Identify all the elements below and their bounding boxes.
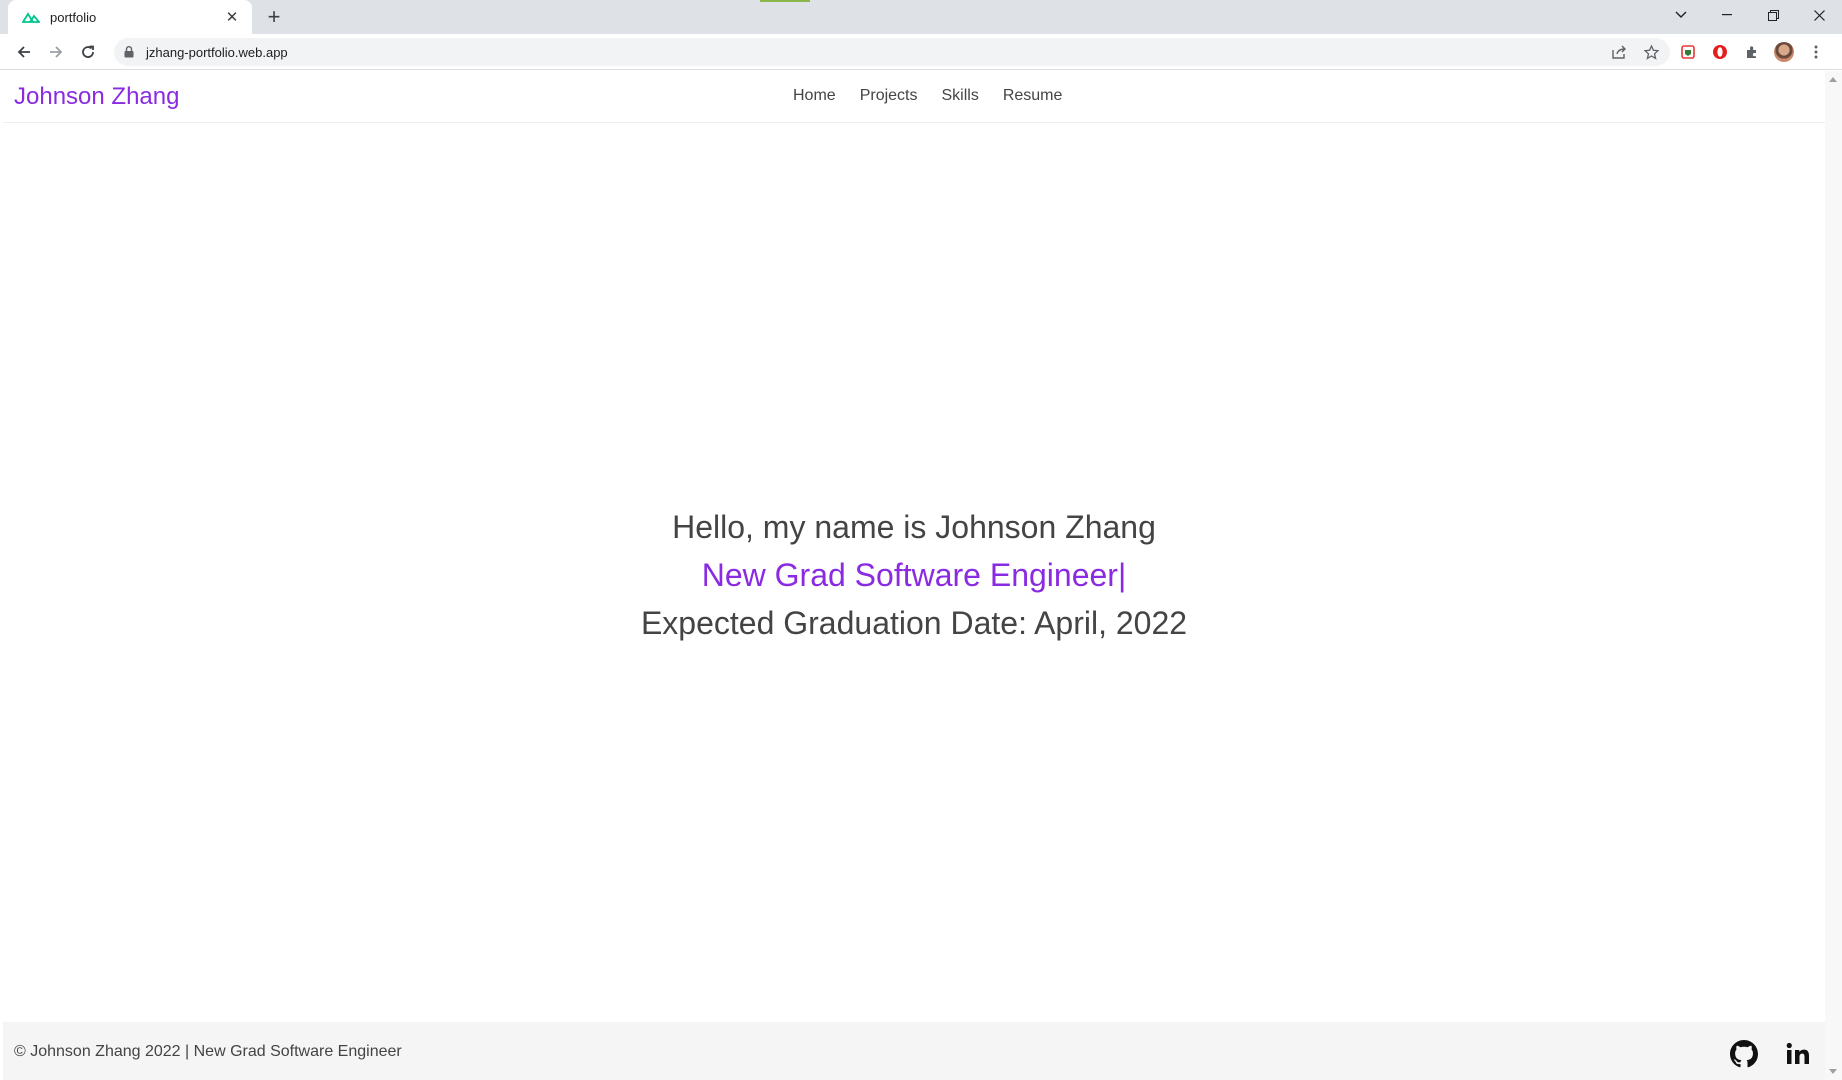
scroll-down-arrow-icon[interactable] xyxy=(1829,1069,1837,1074)
site-navbar: Johnson Zhang Home Projects Skills Resum… xyxy=(3,71,1825,123)
github-icon[interactable] xyxy=(1729,1039,1759,1069)
more-menu-icon[interactable] xyxy=(1804,38,1827,66)
avatar xyxy=(1773,42,1794,62)
shield-extension-icon[interactable] xyxy=(1676,38,1699,66)
share-icon[interactable] xyxy=(1608,42,1630,62)
tab-strip-accent xyxy=(760,0,810,2)
footer-copyright: © Johnson Zhang 2022 | New Grad Software… xyxy=(14,1043,402,1060)
back-icon[interactable] xyxy=(11,39,37,65)
browser-tab-strip: portfolio ✕ + xyxy=(0,0,1842,34)
new-tab-button[interactable]: + xyxy=(262,4,286,29)
puzzle-extensions-icon[interactable] xyxy=(1740,38,1763,66)
forward-icon[interactable] xyxy=(43,39,69,65)
hero-section: Hello, my name is Johnson Zhang New Grad… xyxy=(3,503,1825,647)
nuxt-logo-icon xyxy=(22,10,40,24)
opera-extension-icon[interactable] xyxy=(1708,38,1731,66)
url-text: jzhang-portfolio.web.app xyxy=(146,44,288,60)
extensions-area xyxy=(1676,38,1827,66)
nav-skills-link[interactable]: Skills xyxy=(941,87,978,105)
browser-toolbar: jzhang-portfolio.web.app xyxy=(0,34,1842,70)
portfolio-page: Johnson Zhang Home Projects Skills Resum… xyxy=(3,71,1825,1080)
nav-resume-link[interactable]: Resume xyxy=(1003,87,1063,105)
hero-role-typewriter: New Grad Software Engineer| xyxy=(701,557,1127,593)
linkedin-icon[interactable] xyxy=(1783,1039,1813,1069)
restore-icon[interactable] xyxy=(1750,0,1796,30)
minimize-icon[interactable] xyxy=(1704,0,1750,30)
page-scrollbar[interactable] xyxy=(1825,71,1842,1080)
close-tab-icon[interactable]: ✕ xyxy=(222,7,242,27)
nav-home-link[interactable]: Home xyxy=(793,87,836,105)
site-footer: © Johnson Zhang 2022 | New Grad Software… xyxy=(3,1022,1825,1080)
reload-icon[interactable] xyxy=(75,39,101,65)
address-bar[interactable]: jzhang-portfolio.web.app xyxy=(114,38,1670,66)
footer-social-links xyxy=(1729,1039,1813,1069)
window-controls xyxy=(1658,0,1842,30)
hero-greeting: Hello, my name is Johnson Zhang xyxy=(672,509,1156,545)
omnibox-actions xyxy=(1608,42,1662,62)
bookmark-star-icon[interactable] xyxy=(1640,42,1662,62)
nav-projects-link[interactable]: Projects xyxy=(860,87,918,105)
nav-menu: Home Projects Skills Resume xyxy=(793,87,1062,105)
scroll-up-arrow-icon[interactable] xyxy=(1829,77,1837,82)
hero-graduation-date: Expected Graduation Date: April, 2022 xyxy=(640,605,1188,641)
tab-search-icon[interactable] xyxy=(1658,0,1704,30)
close-window-icon[interactable] xyxy=(1796,0,1842,30)
browser-tab[interactable]: portfolio ✕ xyxy=(8,0,252,34)
profile-avatar[interactable] xyxy=(1772,38,1795,66)
lock-icon xyxy=(124,46,134,58)
site-brand-link[interactable]: Johnson Zhang xyxy=(14,83,179,111)
tab-title: portfolio xyxy=(50,9,97,25)
